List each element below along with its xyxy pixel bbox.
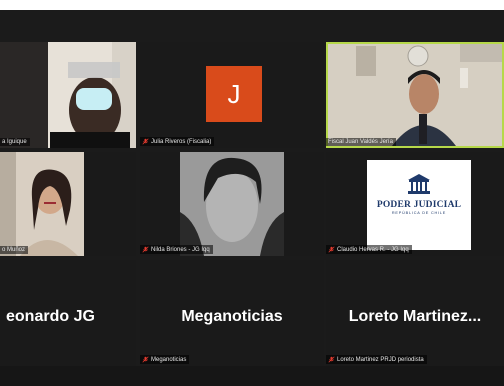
participant-initial-2: J [227,78,241,109]
participant-avatar-2: J [206,66,262,122]
participant-display-name-8: Meganoticias [181,308,283,325]
courthouse-icon [408,174,430,194]
bottom-bar [0,366,504,386]
participant-name-1: a Iguique [2,139,27,145]
participant-name-4: o Muñoz [2,247,26,253]
participant-name-9: Loreto Martinez PRJD periodista [337,356,424,363]
participant-name-5: Nilda Briones - JG Iqq [151,246,210,253]
participant-video-3 [328,44,502,146]
participant-tile-3[interactable]: Fiscal Juan Valdés Jería [326,42,504,148]
participant-name-tag-4: o Muñoz [0,246,29,254]
participant-tile-7[interactable]: eonardo JG [0,260,136,366]
participant-name-tag-2: Julia Riveros (Fiscalia) [140,137,215,146]
participant-tile-8[interactable]: Meganoticias Meganoticias [140,260,324,366]
video-gallery: a Iguique J Julia Riveros (Fiscalia) Fis… [0,10,504,386]
participant-video-1 [0,42,136,148]
participant-video-5 [180,152,284,256]
participant-name-tag-1: a Iguique [0,138,30,146]
mic-off-icon [142,356,149,363]
participant-name-8: Meganoticias [151,356,187,363]
participant-tile-2[interactable]: J Julia Riveros (Fiscalia) [140,42,324,148]
participant-tile-1[interactable]: a Iguique [0,42,136,148]
participant-tile-9[interactable]: Loreto Martinez... Loreto Martinez PRJD … [326,260,504,366]
participant-name-6: Claudio Hervas R. - JG Iqq [337,246,409,253]
participant-display-name-7: eonardo JG [6,308,95,325]
poder-judicial-logo: PODER JUDICIAL REPÚBLICA DE CHILE [367,160,471,250]
logo-title: PODER JUDICIAL [376,200,462,210]
mic-off-icon [142,138,149,145]
participant-name-tag-6: Claudio Hervas R. - JG Iqq [326,245,412,254]
participant-name-tag-5: Nilda Briones - JG Iqq [140,245,213,254]
participant-tile-5[interactable]: Nilda Briones - JG Iqq [140,152,324,256]
participant-tile-6[interactable]: PODER JUDICIAL REPÚBLICA DE CHILE Claudi… [326,152,504,256]
mic-off-icon [328,246,335,253]
participant-name-3: Fiscal Juan Valdés Jería [328,139,393,145]
logo-subtitle: REPÚBLICA DE CHILE [391,211,447,215]
mic-off-icon [142,246,149,253]
participant-name-tag-3: Fiscal Juan Valdés Jería [326,138,396,146]
participant-name-2: Julia Riveros (Fiscalia) [151,138,212,145]
participant-tile-4[interactable]: o Muñoz [0,152,136,256]
mic-off-icon [328,356,335,363]
participant-display-name-9: Loreto Martinez... [348,308,482,325]
top-bar [0,0,504,10]
participant-name-tag-8: Meganoticias [140,355,190,364]
participant-name-tag-9: Loreto Martinez PRJD periodista [326,355,427,364]
participant-video-4 [0,152,84,256]
